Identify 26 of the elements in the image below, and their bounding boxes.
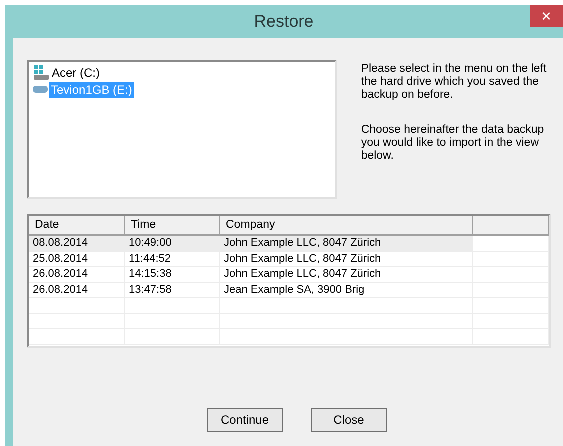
drive-item[interactable]: Acer (C:): [50, 64, 102, 80]
column-header[interactable]: Date: [29, 216, 125, 236]
table-cell[interactable]: Jean Example SA, 3900 Brig: [220, 282, 473, 298]
column-header[interactable]: Company: [220, 216, 473, 236]
table-cell[interactable]: 08.08.2014: [29, 236, 125, 252]
table-cell[interactable]: 26.08.2014: [29, 282, 125, 298]
table-cell[interactable]: John Example LLC, 8047 Zürich: [220, 267, 473, 282]
hard-drive-icon: [33, 64, 49, 80]
table-cell[interactable]: 10:49:00: [125, 236, 220, 252]
table-cell[interactable]: 13:47:58: [125, 282, 220, 298]
table-cell[interactable]: John Example LLC, 8047 Zürich: [220, 236, 473, 252]
drive-icon: [33, 86, 48, 93]
table-cell[interactable]: 14:15:38: [125, 267, 220, 282]
dialog-button[interactable]: Continue: [207, 408, 283, 432]
table-cell[interactable]: 11:44:52: [125, 252, 220, 267]
table-cell[interactable]: 25.08.2014: [29, 252, 125, 267]
table-cell[interactable]: 26.08.2014: [29, 267, 125, 282]
column-header[interactable]: [473, 216, 549, 236]
drive-tree[interactable]: Acer (C:) Tevion1GB (E:): [27, 60, 338, 199]
table-cell[interactable]: John Example LLC, 8047 Zürich: [220, 252, 473, 267]
instruction-text: Please select in the menu on the left the hard drive which you saved the backup on before.: [361, 63, 548, 102]
column-header[interactable]: Time: [125, 216, 220, 236]
dialog-button[interactable]: Close: [311, 408, 387, 432]
instruction-text: Choose hereinafter the data backup you would like to import in the view below.: [361, 124, 546, 163]
close-button[interactable]: ✕: [530, 5, 563, 27]
window-title: Restore: [254, 12, 314, 32]
